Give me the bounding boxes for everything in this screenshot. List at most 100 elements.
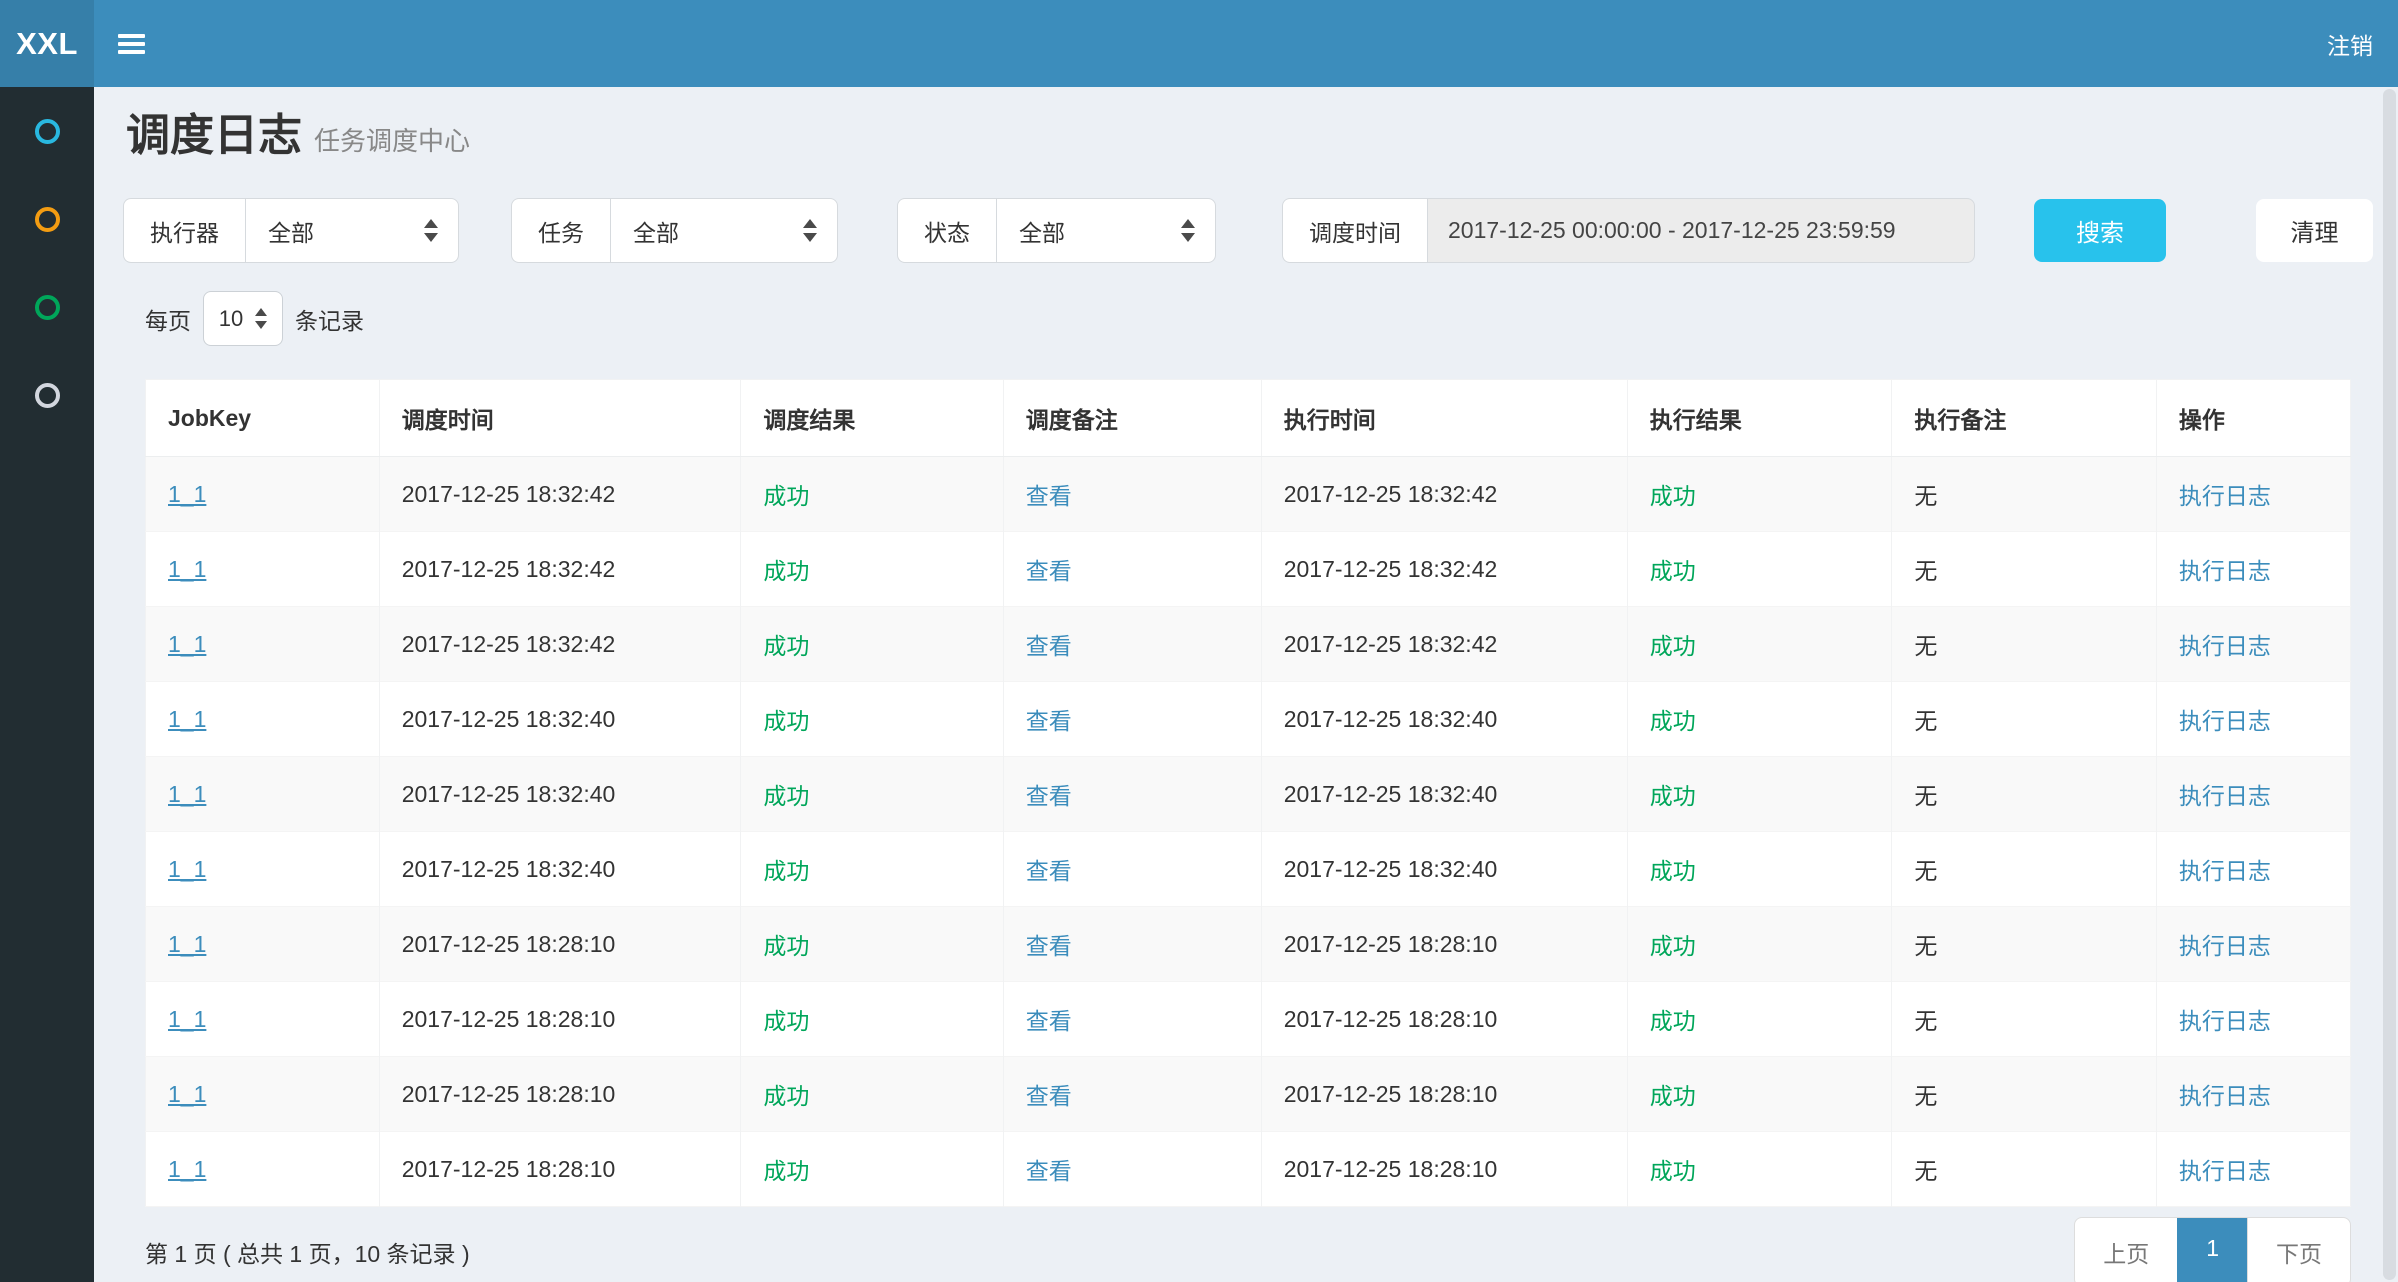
table-cell: 无 (1892, 457, 2157, 532)
execution-log-link[interactable]: 执行日志 (2179, 933, 2271, 959)
vertical-scrollbar[interactable] (2381, 87, 2398, 1282)
status-filter-label: 状态 (897, 198, 996, 263)
table-cell: 查看 (1003, 832, 1261, 907)
execution-log-link[interactable]: 执行日志 (2179, 558, 2271, 584)
table-row: 1_1 2017-12-25 18:32:40 成功 查看 2017-12-25 18:… (146, 757, 2351, 832)
jobkey-link[interactable]: 1_1 (168, 1006, 206, 1032)
table-cell: 查看 (1003, 607, 1261, 682)
jobkey-link[interactable]: 1_1 (168, 1156, 206, 1182)
trigger-msg-link[interactable]: 查看 (1026, 783, 1072, 809)
handle-time: 2017-12-25 18:32:40 (1284, 781, 1498, 807)
jobkey-link[interactable]: 1_1 (168, 631, 206, 657)
app-logo[interactable]: XXL (0, 0, 94, 87)
handle-result: 成功 (1650, 1083, 1696, 1109)
jobkey-link[interactable]: 1_1 (168, 856, 206, 882)
executor-select-value: 全部 (268, 214, 314, 248)
table-row: 1_12017-12-25 18:32:42成功查看2017-12-25 18:… (146, 457, 2351, 532)
execution-log-link[interactable]: 执行日志 (2179, 1008, 2271, 1034)
jobkey-link[interactable]: 1_1 (168, 1081, 206, 1107)
column-header: 调度时间 (379, 380, 741, 457)
select-stepper-icon (424, 219, 438, 242)
execution-log-link[interactable]: 执行日志 (2179, 1158, 2271, 1184)
logout-link[interactable]: 注销 (2302, 0, 2398, 87)
trigger-time-range-input[interactable]: 2017-12-25 00:00:00 - 2017-12-25 23:59:5… (1427, 198, 1975, 263)
column-header: 执行备注 (1892, 380, 2157, 457)
trigger-time: 2017-12-25 18:28:10 (402, 1156, 616, 1182)
page-size-value: 10 (219, 306, 243, 332)
handle-msg: 无 (1914, 858, 1937, 884)
current-page-button[interactable]: 1 (2177, 1218, 2247, 1282)
execution-log-link[interactable]: 执行日志 (2179, 633, 2271, 659)
table-row: 1_12017-12-25 18:28:10成功查看2017-12-25 18:… (146, 982, 2351, 1057)
table-cell: 执行日志 (2156, 757, 2350, 832)
trigger-msg-link[interactable]: 查看 (1026, 708, 1072, 734)
sidebar-item-1[interactable] (0, 87, 94, 175)
table-cell: 成功 (741, 607, 1003, 682)
sidebar-toggle-button[interactable] (94, 0, 168, 87)
handle-time: 2017-12-25 18:28:10 (1284, 931, 1498, 957)
table-row: 1_12017-12-25 18:28:10成功查看2017-12-25 18:… (146, 1132, 2351, 1207)
search-button[interactable]: 搜索 (2034, 199, 2166, 262)
table-cell: 成功 (1627, 682, 1892, 757)
table-cell: 2017-12-25 18:28:10 (1261, 1057, 1627, 1132)
filter-toolbar: 执行器 全部 任务 全部 状态 全部 调度时间 2017-12-25 00:00… (123, 198, 2373, 263)
handle-result: 成功 (1650, 858, 1696, 884)
table-cell: 成功 (1627, 457, 1892, 532)
trigger-time: 2017-12-25 18:28:10 (402, 931, 616, 957)
table-cell: 执行日志 (2156, 832, 2350, 907)
sidebar-nav (0, 87, 94, 439)
trigger-msg-link[interactable]: 查看 (1026, 858, 1072, 884)
log-table-box: 每页 10 条记录 JobKey调度时间调度结果调度备注执行时间执行结果执行备注… (123, 291, 2373, 1282)
sidebar-item-3[interactable] (0, 263, 94, 351)
next-page-button[interactable]: 下页 (2247, 1218, 2350, 1282)
table-cell: 1_1 (146, 757, 380, 832)
jobkey-link[interactable]: 1_1 (168, 781, 206, 807)
clear-button[interactable]: 清理 (2256, 199, 2373, 262)
handle-time: 2017-12-25 18:32:40 (1284, 706, 1498, 732)
trigger-msg-link[interactable]: 查看 (1026, 1008, 1072, 1034)
table-cell: 2017-12-25 18:32:40 (1261, 757, 1627, 832)
pagination: 上页 1 下页 (2074, 1217, 2351, 1282)
table-cell: 2017-12-25 18:32:40 (379, 682, 741, 757)
sidebar-item-4[interactable] (0, 351, 94, 439)
jobkey-link[interactable]: 1_1 (168, 556, 206, 582)
trigger-time: 2017-12-25 18:32:40 (402, 781, 616, 807)
circle-outline-icon (35, 119, 60, 144)
jobkey-link[interactable]: 1_1 (168, 931, 206, 957)
table-cell: 查看 (1003, 757, 1261, 832)
prev-page-button[interactable]: 上页 (2075, 1218, 2177, 1282)
execution-log-link[interactable]: 执行日志 (2179, 483, 2271, 509)
trigger-result: 成功 (763, 633, 809, 659)
page-size-prefix-label: 每页 (145, 302, 191, 336)
page-size-suffix-label: 条记录 (295, 302, 364, 336)
executor-select[interactable]: 全部 (245, 198, 459, 263)
scrollbar-thumb[interactable] (2383, 89, 2396, 1280)
job-select[interactable]: 全部 (610, 198, 838, 263)
execution-log-link[interactable]: 执行日志 (2179, 1083, 2271, 1109)
table-cell: 成功 (1627, 607, 1892, 682)
top-navbar: 注销 (94, 0, 2398, 87)
jobkey-link[interactable]: 1_1 (168, 481, 206, 507)
page-size-select[interactable]: 10 (203, 291, 283, 346)
table-cell: 2017-12-25 18:32:40 (1261, 682, 1627, 757)
trigger-msg-link[interactable]: 查看 (1026, 933, 1072, 959)
execution-log-link[interactable]: 执行日志 (2179, 708, 2271, 734)
execution-log-link[interactable]: 执行日志 (2179, 858, 2271, 884)
trigger-msg-link[interactable]: 查看 (1026, 483, 1072, 509)
sidebar-item-2[interactable] (0, 175, 94, 263)
job-filter-group: 任务 全部 (511, 198, 838, 263)
handle-msg: 无 (1914, 558, 1937, 584)
table-header: JobKey调度时间调度结果调度备注执行时间执行结果执行备注操作 (146, 380, 2351, 457)
table-cell: 成功 (1627, 1057, 1892, 1132)
trigger-msg-link[interactable]: 查看 (1026, 558, 1072, 584)
execution-log-link[interactable]: 执行日志 (2179, 783, 2271, 809)
table-cell: 成功 (1627, 757, 1892, 832)
trigger-msg-link[interactable]: 查看 (1026, 1083, 1072, 1109)
trigger-msg-link[interactable]: 查看 (1026, 1158, 1072, 1184)
trigger-msg-link[interactable]: 查看 (1026, 633, 1072, 659)
jobkey-link[interactable]: 1_1 (168, 706, 206, 732)
table-cell: 查看 (1003, 1132, 1261, 1207)
table-row: 1_1 2017-12-25 18:32:40 成功 查看 2017-12-25 18:… (146, 682, 2351, 757)
table-cell: 查看 (1003, 532, 1261, 607)
status-select[interactable]: 全部 (996, 198, 1216, 263)
